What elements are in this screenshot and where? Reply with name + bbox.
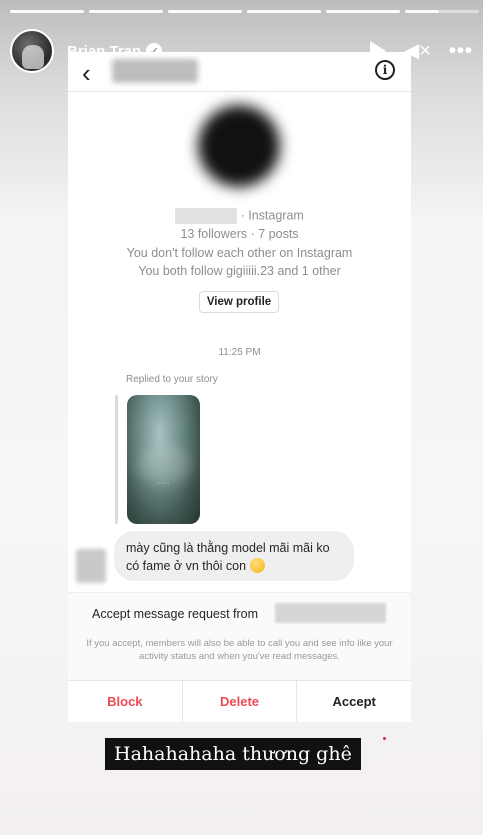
more-icon[interactable]: ••• [449, 41, 473, 61]
message-bubble[interactable]: mày cũng là thằng model mãi mãi ko có fa… [114, 531, 354, 581]
reply-indicator-bar [115, 395, 118, 524]
blurred-requester-name [275, 603, 386, 623]
back-icon[interactable]: ‹ [82, 58, 91, 89]
progress-segment [247, 10, 321, 13]
request-label: Accept message request from [92, 607, 259, 621]
profile-name-row: · Instagram [68, 208, 411, 224]
message-request-section: Accept message request from If you accep… [68, 592, 411, 680]
delete-button[interactable]: Delete [181, 681, 297, 722]
avatar[interactable] [10, 29, 54, 73]
progress-segment [168, 10, 242, 13]
progress-segment [326, 10, 400, 13]
shushing-face-emoji-icon [249, 558, 265, 573]
request-note: If you accept, members will also be able… [86, 638, 393, 662]
block-button[interactable]: Block [68, 681, 182, 722]
progress-segment-current [405, 10, 479, 13]
accept-button[interactable]: Accept [296, 681, 412, 722]
profile-stats: 13 followers · 7 posts [180, 227, 299, 241]
story-thumbnail[interactable]: ~ ~ ~ [127, 395, 200, 524]
replied-label: Replied to your story [126, 374, 218, 385]
message-text-line2: có fame ở vn thôi con [126, 559, 247, 573]
platform-label: · Instagram [240, 208, 304, 223]
follow-status: You don't follow each other on Instagram [126, 246, 353, 260]
progress-segment [89, 10, 163, 13]
story-caption-text: Hahahahaha thương ghê [105, 738, 361, 770]
story-progress [10, 10, 479, 13]
message-text-line1: mày cũng là thằng model mãi mãi ko [126, 541, 330, 555]
blurred-profile-picture [198, 105, 280, 187]
mutual-followers: You both follow gigiiiii.23 and 1 other [138, 264, 341, 278]
dm-screenshot: ‹ i · Instagram 13 followers · 7 posts Y… [68, 52, 412, 722]
request-actions: Block Delete Accept [68, 680, 412, 722]
info-icon[interactable]: i [375, 60, 395, 80]
message-timestamp: 11:25 PM [218, 347, 261, 358]
blurred-username [112, 59, 198, 83]
thumbnail-caption-decoration: ~ ~ ~ [157, 481, 170, 487]
progress-segment [10, 10, 84, 13]
dm-top-bar: ‹ i [68, 52, 411, 92]
blurred-name [175, 208, 238, 224]
caption-decoration-dot [383, 737, 386, 740]
view-profile-button[interactable]: View profile [199, 291, 279, 313]
sender-avatar [76, 549, 106, 583]
